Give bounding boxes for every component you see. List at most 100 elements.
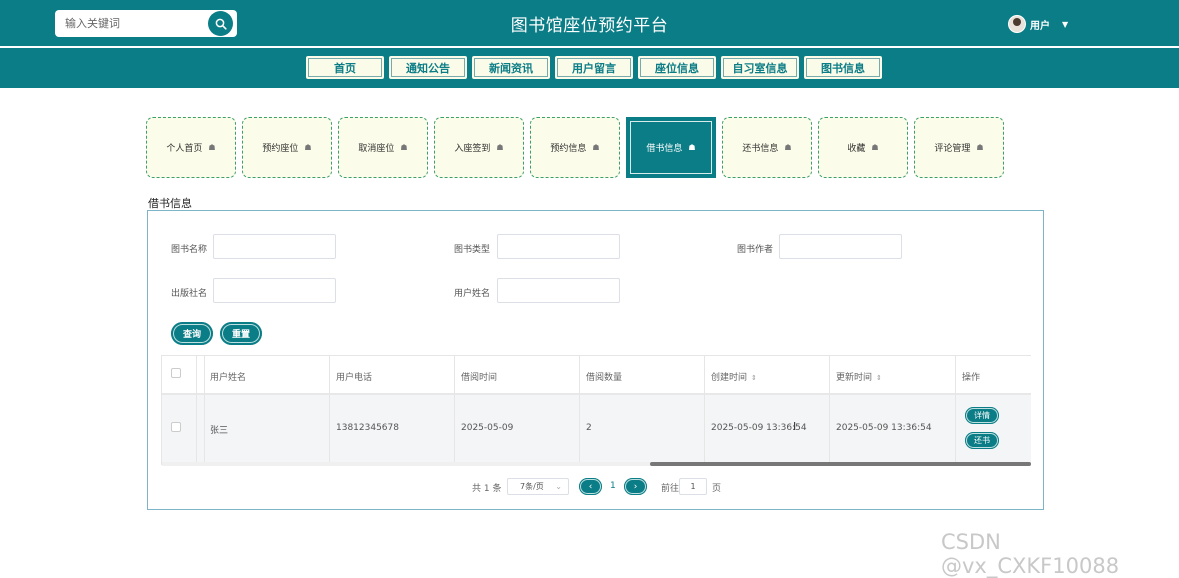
sort-icon[interactable]: ⇕ — [751, 374, 757, 382]
column-updated-time-label: 更新时间 — [836, 373, 873, 383]
table-row: 张三 13812345678 2025-05-09 2 2025-05-09 1… — [162, 395, 1031, 462]
reset-button[interactable]: 重置 — [220, 322, 262, 345]
cell-user-phone: 13812345678 — [336, 423, 399, 433]
tab-label: 预约信息 — [550, 144, 587, 154]
book-author-label: 图书作者 — [737, 245, 774, 255]
nav-item-seats[interactable]: 座位信息 — [637, 55, 717, 80]
column-created-time-label: 创建时间 — [711, 373, 748, 383]
sort-icon[interactable]: ⇕ — [876, 374, 882, 382]
publisher-label: 出版社名 — [171, 289, 208, 299]
cell-borrow-count: 2 — [586, 423, 592, 433]
home-icon: ☗ — [208, 143, 216, 152]
cell-user-name: 张三 — [210, 426, 229, 436]
column-divider — [829, 356, 830, 462]
cell-updated-time: 2025-05-09 13:36:54 — [836, 423, 932, 433]
column-updated-time[interactable]: 更新时间 ⇕ — [836, 370, 882, 383]
search-button[interactable]: 查询 — [171, 322, 213, 345]
tab-label: 收藏 — [847, 144, 866, 154]
tab-check-in[interactable]: 入座签到 ☗ — [434, 117, 524, 178]
return-book-button[interactable]: 还书 — [965, 432, 999, 449]
book-name-input[interactable] — [213, 234, 336, 259]
column-actions: 操作 — [962, 373, 981, 383]
tab-return-info[interactable]: 还书信息 ☗ — [722, 117, 812, 178]
current-page[interactable]: 1 — [610, 481, 616, 491]
page-size-select[interactable]: 7条/页 ⌄ — [507, 478, 569, 495]
tab-cancel-seat[interactable]: 取消座位 ☗ — [338, 117, 428, 178]
select-all-checkbox[interactable] — [171, 368, 181, 378]
nav-item-study-rooms[interactable]: 自习室信息 — [720, 55, 800, 80]
avatar — [1008, 15, 1026, 33]
total-count: 共 1 条 — [472, 484, 502, 494]
nav-item-messages[interactable]: 用户留言 — [554, 55, 634, 80]
tab-label: 借书信息 — [646, 144, 683, 154]
goto-label: 前往 — [661, 484, 680, 494]
detail-button[interactable]: 详情 — [965, 407, 999, 424]
home-icon: ☗ — [400, 143, 408, 152]
home-icon: ☗ — [592, 143, 600, 152]
column-divider — [454, 356, 455, 462]
tab-label: 还书信息 — [742, 144, 779, 154]
tab-reservation-info[interactable]: 预约信息 ☗ — [530, 117, 620, 178]
nav-item-news[interactable]: 新闻资讯 — [471, 55, 551, 80]
column-created-time[interactable]: 创建时间 ⇕ — [711, 370, 757, 383]
next-page-button[interactable]: › — [624, 478, 647, 495]
chevron-down-icon: ▼ — [1062, 19, 1069, 29]
column-user-phone: 用户电话 — [336, 373, 373, 383]
page-suffix: 页 — [712, 484, 722, 494]
tab-label: 入座签到 — [454, 144, 491, 154]
nav-item-books[interactable]: 图书信息 — [803, 55, 883, 80]
column-borrow-time: 借阅时间 — [461, 373, 498, 383]
page-size-value: 7条/页 — [520, 482, 544, 491]
tab-personal-home[interactable]: 个人首页 ☗ — [146, 117, 236, 178]
chevron-right-icon: › — [633, 481, 638, 492]
prev-page-button[interactable]: ‹ — [579, 478, 602, 495]
column-divider — [329, 356, 330, 462]
book-name-label: 图书名称 — [171, 245, 208, 255]
cell-borrow-time: 2025-05-09 — [461, 423, 514, 433]
tab-favorites[interactable]: 收藏 ☗ — [818, 117, 908, 178]
home-icon: ☗ — [976, 143, 984, 152]
top-header: 图书馆座位预约平台 用户 ▼ — [0, 0, 1179, 46]
borrow-info-panel: 图书名称 图书类型 图书作者 出版社名 用户姓名 查询 重置 用户姓名 用户电话… — [147, 210, 1044, 510]
borrow-table: 用户姓名 用户电话 借阅时间 借阅数量 创建时间 ⇕ 更新时间 ⇕ 操作 张三 13… — [161, 355, 1031, 466]
nav-item-notices[interactable]: 通知公告 — [388, 55, 468, 80]
book-type-input[interactable] — [497, 234, 620, 259]
tab-reserve-seat[interactable]: 预约座位 ☗ — [242, 117, 332, 178]
column-divider — [704, 356, 705, 462]
tab-comments[interactable]: 评论管理 ☗ — [914, 117, 1004, 178]
tab-label: 个人首页 — [166, 144, 203, 154]
table-header: 用户姓名 用户电话 借阅时间 借阅数量 创建时间 ⇕ 更新时间 ⇕ 操作 — [162, 356, 1031, 395]
tab-label: 评论管理 — [934, 144, 971, 154]
user-name: 用户 — [1030, 20, 1050, 32]
column-divider — [196, 356, 197, 462]
column-divider — [204, 356, 205, 462]
main-nav: 首页 通知公告 新闻资讯 用户留言 座位信息 自习室信息 图书信息 — [0, 48, 1179, 88]
tab-borrow-info[interactable]: 借书信息 ☗ — [626, 117, 716, 178]
home-icon: ☗ — [688, 143, 696, 152]
column-divider — [955, 356, 956, 462]
home-icon: ☗ — [496, 143, 504, 152]
nav-item-home[interactable]: 首页 — [305, 55, 385, 80]
chevron-left-icon: ‹ — [588, 481, 593, 492]
text-cursor-icon: I — [793, 420, 797, 433]
tab-label: 预约座位 — [262, 144, 299, 154]
book-author-input[interactable] — [779, 234, 902, 259]
user-name-label: 用户姓名 — [454, 289, 491, 299]
user-menu[interactable]: 用户 ▼ — [1008, 15, 1068, 33]
home-icon: ☗ — [784, 143, 792, 152]
horizontal-scrollbar-thumb[interactable] — [650, 462, 1031, 466]
column-divider — [579, 356, 580, 462]
tab-label: 取消座位 — [358, 144, 395, 154]
column-user-name: 用户姓名 — [210, 373, 247, 383]
watermark: CSDN @vx_CXKF10088 — [941, 530, 1120, 578]
row-checkbox[interactable] — [171, 422, 181, 432]
publisher-input[interactable] — [213, 278, 336, 303]
site-title: 图书馆座位预约平台 — [510, 16, 669, 36]
home-icon: ☗ — [871, 143, 879, 152]
user-name-input[interactable] — [497, 278, 620, 303]
section-title: 借书信息 — [148, 197, 192, 210]
book-type-label: 图书类型 — [454, 245, 491, 255]
home-icon: ☗ — [304, 143, 312, 152]
goto-page-input[interactable]: 1 — [679, 478, 707, 495]
column-borrow-count: 借阅数量 — [586, 373, 623, 383]
